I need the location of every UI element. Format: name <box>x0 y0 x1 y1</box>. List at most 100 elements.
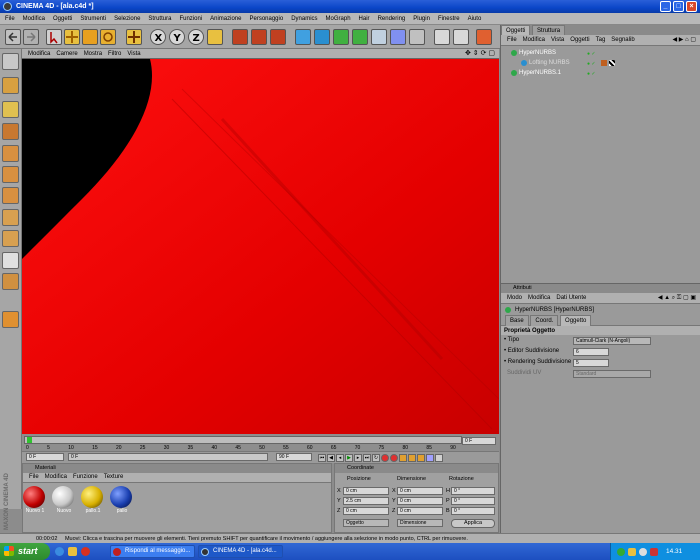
position-y-field[interactable]: 2.5 cm <box>343 497 389 505</box>
keyframe-rotation-icon[interactable] <box>417 453 425 462</box>
editor-subdivision-field[interactable]: 6 <box>573 348 609 356</box>
timeline-end-frame-field[interactable]: 0 F <box>462 437 496 445</box>
workplane-icon[interactable] <box>2 209 19 226</box>
start-button[interactable]: start <box>0 543 50 560</box>
menu-personaggio[interactable]: Personaggio <box>249 13 283 25</box>
mat-menu-file[interactable]: File <box>29 472 39 483</box>
tray-volume-icon[interactable] <box>639 547 647 556</box>
apply-button[interactable]: Applica <box>451 519 495 528</box>
tray-network-icon[interactable] <box>617 547 625 556</box>
world-coordinates-icon[interactable] <box>207 29 223 45</box>
model-tool-icon[interactable] <box>2 77 19 94</box>
autokey-icon[interactable] <box>390 453 398 462</box>
position-z-field[interactable]: 0 cm <box>343 507 389 515</box>
vp-menu-camere[interactable]: Camere <box>56 49 77 59</box>
vp-menu-vista[interactable]: Vista <box>127 49 140 59</box>
obj-nav-icons[interactable]: ◀ ▶ ⌂ ▢ <box>672 35 696 46</box>
timeline-menu-icon[interactable] <box>435 453 443 462</box>
vp-menu-mostra[interactable]: Mostra <box>84 49 102 59</box>
menu-hair[interactable]: Hair <box>359 13 370 25</box>
obj-menu-file[interactable]: File <box>507 35 517 46</box>
play-icon[interactable]: ▶ <box>345 453 353 462</box>
rotation-b-field[interactable]: 0 ° <box>451 507 495 515</box>
select-arrow-icon[interactable] <box>46 29 62 45</box>
tab-oggetto[interactable]: Oggetto <box>560 315 592 326</box>
material-tag-icon[interactable] <box>601 60 607 66</box>
material-swatch[interactable]: pallo.1 <box>81 486 105 514</box>
object-tool-icon[interactable] <box>2 101 19 118</box>
polygon-mode-icon[interactable] <box>2 187 19 204</box>
rotation-h-field[interactable]: 0 ° <box>451 487 495 495</box>
rotate-icon[interactable] <box>100 29 116 45</box>
loop-icon[interactable]: ↻ <box>372 453 380 462</box>
menu-struttura[interactable]: Struttura <box>148 13 171 25</box>
object-row[interactable]: Lofting NURBS ● ✓ <box>501 58 700 68</box>
tray-app-icon[interactable] <box>650 547 658 556</box>
menu-mograph[interactable]: MoGraph <box>326 13 351 25</box>
undo-icon[interactable] <box>5 29 21 45</box>
render-view-icon[interactable] <box>232 29 248 45</box>
size-y-field[interactable]: 0 cm <box>397 497 443 505</box>
x-axis-lock-icon[interactable]: X <box>150 29 166 45</box>
quicklaunch-folder-icon[interactable] <box>68 547 77 556</box>
menu-rendering[interactable]: Rendering <box>378 13 406 25</box>
menu-oggetti[interactable]: Oggetti <box>53 13 72 25</box>
menu-funzioni[interactable]: Funzioni <box>179 13 202 25</box>
obj-menu-vista[interactable]: Vista <box>551 35 564 46</box>
texture-tag-icon[interactable] <box>609 60 615 66</box>
maximize-button[interactable]: □ <box>673 1 684 12</box>
material-swatch[interactable]: pallo <box>110 486 134 514</box>
next-frame-icon[interactable]: ▸ <box>354 453 362 462</box>
quicklaunch-ie-icon[interactable] <box>55 547 64 556</box>
menu-aiuto[interactable]: Aiuto <box>468 13 482 25</box>
move-icon[interactable] <box>64 29 80 45</box>
object-row[interactable]: HyperNURBS.1 ● ✓ <box>501 68 700 78</box>
object-row[interactable]: HyperNURBS ● ✓ <box>501 48 700 58</box>
redo-icon[interactable] <box>23 29 39 45</box>
scene-icon[interactable] <box>390 29 406 45</box>
obj-menu-segnalib[interactable]: Segnalib <box>611 35 634 46</box>
attr-menu-modo[interactable]: Modo <box>507 293 522 304</box>
nurbs-icon[interactable] <box>333 29 349 45</box>
menu-animazione[interactable]: Animazione <box>210 13 241 25</box>
coordinate-mode-select[interactable]: Oggetto <box>343 519 389 527</box>
material-swatch[interactable]: Nuovo <box>52 486 76 514</box>
vp-menu-modifica[interactable]: Modifica <box>28 49 50 59</box>
record-icon[interactable] <box>381 453 389 462</box>
timeline[interactable]: 0 5 10 15 20 25 30 35 40 45 50 55 60 65 … <box>22 434 499 451</box>
menu-strumenti[interactable]: Strumenti <box>80 13 106 25</box>
viewport-nav-icons[interactable]: ✥ ⇕ ⟳ ▢ <box>465 49 495 59</box>
checker-icon[interactable] <box>2 252 19 269</box>
size-x-field[interactable]: 0 cm <box>397 487 443 495</box>
keyframe-param-icon[interactable] <box>426 453 434 462</box>
quicklaunch-app-icon[interactable] <box>81 547 90 556</box>
mat-menu-funzione[interactable]: Funzione <box>73 472 98 483</box>
array-icon[interactable] <box>352 29 368 45</box>
rotation-p-field[interactable]: 0 ° <box>451 497 495 505</box>
prev-key-icon[interactable]: ◀ <box>327 453 335 462</box>
render-picture-viewer-icon[interactable] <box>251 29 267 45</box>
menu-modifica[interactable]: Modifica <box>23 13 45 25</box>
tab-base[interactable]: Base <box>505 315 529 326</box>
go-to-start-icon[interactable]: ⏮ <box>318 453 326 462</box>
position-x-field[interactable]: 0 cm <box>343 487 389 495</box>
obj-menu-modifica[interactable]: Modifica <box>523 35 545 46</box>
tipo-select[interactable]: Catmull-Clark (N-Angoli) <box>573 337 651 345</box>
light-icon[interactable] <box>409 29 425 45</box>
minimize-button[interactable]: _ <box>660 1 671 12</box>
3d-viewport[interactable] <box>22 59 499 434</box>
attr-menu-modifica[interactable]: Modifica <box>528 293 550 304</box>
keyframe-position-icon[interactable] <box>399 453 407 462</box>
obj-menu-oggetti[interactable]: Oggetti <box>570 35 589 46</box>
prev-frame-icon[interactable]: ◂ <box>336 453 344 462</box>
mat-menu-modifica[interactable]: Modifica <box>45 472 67 483</box>
go-to-end-icon[interactable]: ⏭ <box>363 453 371 462</box>
render-settings-icon[interactable] <box>270 29 286 45</box>
tray-security-icon[interactable] <box>628 547 636 556</box>
tool-icon[interactable] <box>434 29 450 45</box>
z-axis-lock-icon[interactable]: Z <box>188 29 204 45</box>
close-button[interactable]: × <box>686 1 697 12</box>
subdivide-uv-select[interactable]: Standard <box>573 370 651 378</box>
taskbar-item-cinema4d[interactable]: CINEMA 4D - [ala.c4d... <box>198 545 283 558</box>
dimension-mode-select[interactable]: Dimensione <box>397 519 443 527</box>
